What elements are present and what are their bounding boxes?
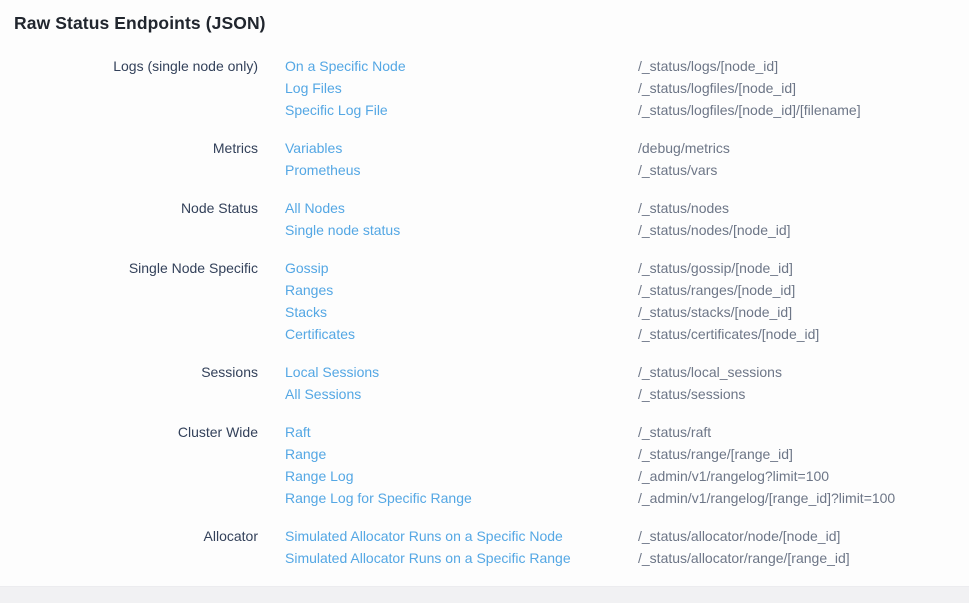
endpoint-path: /_status/stacks/[node_id]: [638, 301, 969, 323]
section-category: Node Status: [0, 197, 258, 219]
section-paths-column: /_status/nodes/_status/nodes/[node_id]: [638, 197, 969, 241]
endpoint-section: Cluster Wide RaftRangeRange LogRange Log…: [0, 421, 969, 509]
section-paths-column: /_status/gossip/[node_id]/_status/ranges…: [638, 257, 969, 345]
endpoint-link[interactable]: Range: [285, 443, 638, 465]
section-links-column: All NodesSingle node status: [285, 197, 638, 241]
endpoint-path: /_status/logfiles/[node_id]/[filename]: [638, 99, 969, 121]
endpoint-link[interactable]: Gossip: [285, 257, 638, 279]
endpoint-link[interactable]: Raft: [285, 421, 638, 443]
endpoint-link[interactable]: Local Sessions: [285, 361, 638, 383]
section-links-column: Simulated Allocator Runs on a Specific N…: [285, 525, 638, 569]
endpoint-link[interactable]: On a Specific Node: [285, 55, 638, 77]
endpoint-section: Metrics VariablesPrometheus /debug/metri…: [0, 137, 969, 181]
endpoint-section: Node Status All NodesSingle node status …: [0, 197, 969, 241]
endpoint-path: /_status/allocator/range/[range_id]: [638, 547, 969, 569]
endpoint-path: /_status/ranges/[node_id]: [638, 279, 969, 301]
endpoint-link[interactable]: Certificates: [285, 323, 638, 345]
endpoint-link[interactable]: Range Log: [285, 465, 638, 487]
endpoint-path: /_status/allocator/node/[node_id]: [638, 525, 969, 547]
endpoint-path: /_status/certificates/[node_id]: [638, 323, 969, 345]
endpoint-path: /_admin/v1/rangelog?limit=100: [638, 465, 969, 487]
endpoint-path: /_status/logfiles/[node_id]: [638, 77, 969, 99]
endpoint-path: /_status/vars: [638, 159, 969, 181]
section-links-column: On a Specific NodeLog FilesSpecific Log …: [285, 55, 638, 121]
endpoint-path: /_status/logs/[node_id]: [638, 55, 969, 77]
section-category: Single Node Specific: [0, 257, 258, 279]
endpoint-link[interactable]: All Sessions: [285, 383, 638, 405]
endpoint-link[interactable]: Simulated Allocator Runs on a Specific N…: [285, 525, 638, 547]
endpoint-path: /debug/metrics: [638, 137, 969, 159]
endpoint-link[interactable]: Log Files: [285, 77, 638, 99]
raw-status-endpoints-page: Raw Status Endpoints (JSON) Logs (single…: [0, 0, 969, 603]
section-category: Allocator: [0, 525, 258, 547]
section-paths-column: /_status/local_sessions/_status/sessions: [638, 361, 969, 405]
endpoint-link[interactable]: Single node status: [285, 219, 638, 241]
section-category: Metrics: [0, 137, 258, 159]
endpoint-path: /_status/local_sessions: [638, 361, 969, 383]
endpoint-sections-list: Logs (single node only) On a Specific No…: [0, 55, 969, 569]
endpoint-section: Single Node Specific GossipRangesStacksC…: [0, 257, 969, 345]
section-category: Logs (single node only): [0, 55, 258, 77]
page-title: Raw Status Endpoints (JSON): [0, 0, 969, 34]
section-links-column: Local SessionsAll Sessions: [285, 361, 638, 405]
footer-strip: [0, 586, 969, 603]
endpoint-section: Allocator Simulated Allocator Runs on a …: [0, 525, 969, 569]
endpoint-path: /_status/gossip/[node_id]: [638, 257, 969, 279]
endpoint-path: /_status/nodes/[node_id]: [638, 219, 969, 241]
section-paths-column: /_status/allocator/node/[node_id]/_statu…: [638, 525, 969, 569]
endpoint-section: Logs (single node only) On a Specific No…: [0, 55, 969, 121]
endpoint-path: /_admin/v1/rangelog/[range_id]?limit=100: [638, 487, 969, 509]
section-paths-column: /debug/metrics/_status/vars: [638, 137, 969, 181]
section-links-column: VariablesPrometheus: [285, 137, 638, 181]
section-category: Sessions: [0, 361, 258, 383]
section-paths-column: /_status/logs/[node_id]/_status/logfiles…: [638, 55, 969, 121]
endpoint-link[interactable]: Prometheus: [285, 159, 638, 181]
section-links-column: RaftRangeRange LogRange Log for Specific…: [285, 421, 638, 509]
endpoint-link[interactable]: Specific Log File: [285, 99, 638, 121]
endpoint-section: Sessions Local SessionsAll Sessions /_st…: [0, 361, 969, 405]
endpoint-link[interactable]: Range Log for Specific Range: [285, 487, 638, 509]
endpoint-link[interactable]: All Nodes: [285, 197, 638, 219]
endpoint-path: /_status/nodes: [638, 197, 969, 219]
endpoint-link[interactable]: Ranges: [285, 279, 638, 301]
section-category: Cluster Wide: [0, 421, 258, 443]
endpoint-path: /_status/raft: [638, 421, 969, 443]
endpoint-link[interactable]: Simulated Allocator Runs on a Specific R…: [285, 547, 638, 569]
endpoint-link[interactable]: Stacks: [285, 301, 638, 323]
endpoint-path: /_status/sessions: [638, 383, 969, 405]
section-paths-column: /_status/raft/_status/range/[range_id]/_…: [638, 421, 969, 509]
endpoint-link[interactable]: Variables: [285, 137, 638, 159]
endpoint-path: /_status/range/[range_id]: [638, 443, 969, 465]
section-links-column: GossipRangesStacksCertificates: [285, 257, 638, 345]
